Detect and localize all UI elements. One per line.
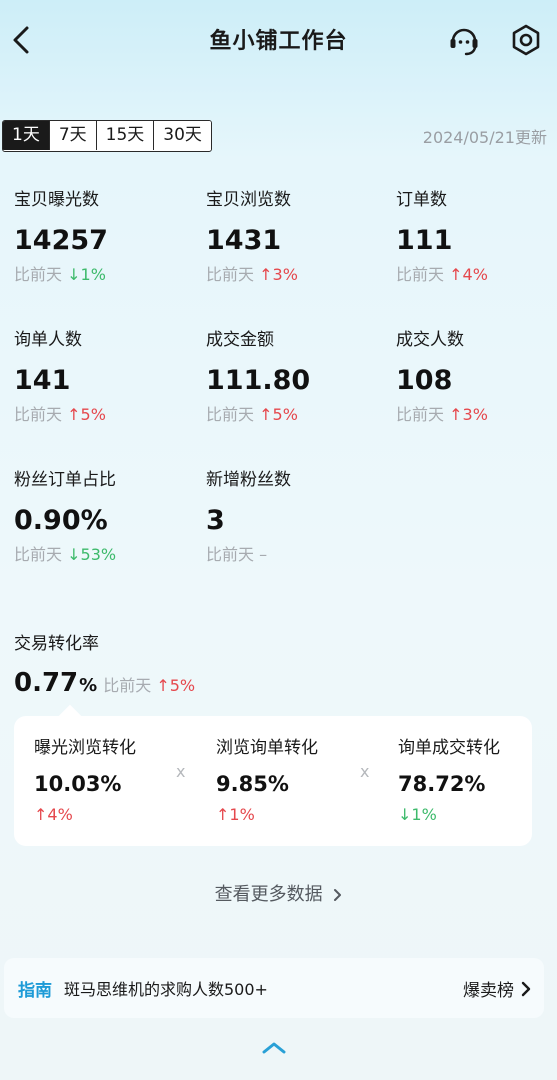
metric-gmv[interactable]: 成交金额 111.80 比前天 ↑5% (206, 328, 376, 426)
metric-label: 宝贝浏览数 (206, 190, 291, 210)
funnel-value: 78.72% (398, 772, 486, 796)
metric-value: 0.90% (14, 505, 108, 536)
metric-label: 新增粉丝数 (206, 470, 291, 490)
metric-exposure[interactable]: 宝贝曝光数 14257 比前天 ↓1% (14, 188, 184, 286)
metric-compare: 比前天 ↑4% (396, 265, 488, 284)
funnel-label: 浏览询单转化 (216, 738, 318, 758)
metric-value: 1431 (206, 225, 282, 256)
metric-value: 3 (206, 505, 225, 536)
metric-new-fans[interactable]: 新增粉丝数 3 比前天 – (206, 468, 376, 566)
guide-text: 斑马思维机的求购人数500+ (64, 980, 268, 999)
metric-compare: 比前天 – (206, 545, 268, 564)
collapse-button[interactable] (258, 1036, 290, 1060)
metric-label: 成交人数 (396, 330, 464, 350)
metric-value: 111.80 (206, 365, 311, 396)
metric-compare: 比前天 ↑5% (206, 405, 298, 424)
chevron-up-icon (262, 1042, 286, 1054)
funnel-exposure-to-view[interactable]: 曝光浏览转化 10.03% ↑4% (34, 736, 194, 826)
header-bar: 鱼小铺工作台 (0, 0, 557, 78)
metric-views[interactable]: 宝贝浏览数 1431 比前天 ↑3% (206, 188, 376, 286)
arrow-up-icon: ↑ (259, 405, 273, 424)
metric-value: 14257 (14, 225, 108, 256)
metric-compare: 比前天 ↑5% (14, 405, 106, 424)
arrow-down-icon: ↓ (398, 805, 412, 824)
funnel-inquiry-to-deal[interactable]: 询单成交转化 78.72% ↓1% (398, 736, 557, 826)
arrow-up-icon: ↑ (67, 405, 81, 424)
conversion-compare: 比前天 ↑5% (103, 676, 196, 695)
time-range-tabs: 1天 7天 15天 30天 (2, 120, 212, 152)
hot-sales-rank-link[interactable]: 爆卖榜 (463, 976, 532, 1001)
metric-label: 成交金额 (206, 330, 274, 350)
arrow-up-icon: ↑ (34, 805, 48, 824)
settings-icon (512, 24, 540, 56)
arrow-up-icon: ↑ (449, 265, 463, 284)
customer-service-button[interactable] (446, 22, 482, 58)
funnel-value: 9.85% (216, 772, 289, 796)
customer-service-icon (450, 28, 478, 56)
multiply-icon: x (176, 762, 186, 781)
metric-label: 询单人数 (14, 330, 82, 350)
funnel-change: ↑4% (34, 805, 73, 824)
metric-label: 订单数 (396, 190, 447, 210)
metric-buyers[interactable]: 成交人数 108 比前天 ↑3% (396, 328, 557, 426)
metric-label: 宝贝曝光数 (14, 190, 99, 210)
tab-15-days[interactable]: 15天 (96, 121, 155, 150)
funnel-label: 曝光浏览转化 (34, 738, 136, 758)
metric-label: 粉丝订单占比 (14, 470, 116, 490)
conversion-rate[interactable]: 交易转化率 0.77% 比前天 ↑5% (14, 632, 534, 698)
update-time: 2024/05/21更新 (422, 128, 547, 147)
back-button[interactable] (6, 20, 36, 60)
funnel-change: ↑1% (216, 805, 255, 824)
multiply-icon: x (360, 762, 370, 781)
chevron-right-icon (521, 981, 531, 996)
arrow-up-icon: ↑ (449, 405, 463, 424)
chevron-left-icon (13, 26, 29, 54)
conversion-value: 0.77 (14, 668, 79, 698)
metric-inquiry-users[interactable]: 询单人数 141 比前天 ↑5% (14, 328, 184, 426)
arrow-up-icon: ↑ (156, 676, 170, 695)
metric-fan-order-ratio[interactable]: 粉丝订单占比 0.90% 比前天 ↓53% (14, 468, 184, 566)
funnel-view-to-inquiry[interactable]: 浏览询单转化 9.85% ↑1% (216, 736, 376, 826)
metric-compare: 比前天 ↓53% (14, 545, 117, 564)
conversion-funnel-card: 曝光浏览转化 10.03% ↑4% x 浏览询单转化 9.85% ↑1% x 询… (14, 716, 532, 846)
arrow-up-icon: ↑ (259, 265, 273, 284)
conversion-unit: % (79, 675, 98, 696)
chevron-right-icon (334, 889, 342, 901)
tab-30-days[interactable]: 30天 (154, 121, 211, 150)
metric-orders[interactable]: 订单数 111 比前天 ↑4% (396, 188, 557, 286)
metric-compare: 比前天 ↑3% (206, 265, 298, 284)
tab-7-days[interactable]: 7天 (49, 121, 97, 150)
arrow-down-icon: ↓ (67, 265, 81, 284)
view-more-data-link[interactable]: 查看更多数据 (0, 880, 557, 906)
metric-value: 141 (14, 365, 71, 396)
metric-value: 111 (396, 225, 453, 256)
metric-compare: 比前天 ↑3% (396, 405, 488, 424)
funnel-value: 10.03% (34, 772, 122, 796)
conversion-label: 交易转化率 (14, 634, 99, 654)
funnel-label: 询单成交转化 (398, 738, 500, 758)
guide-tag: 指南 (18, 980, 52, 1001)
tab-1-day[interactable]: 1天 (3, 121, 50, 150)
funnel-change: ↓1% (398, 805, 437, 824)
metric-value: 108 (396, 365, 453, 396)
metric-compare: 比前天 ↓1% (14, 265, 106, 284)
arrow-down-icon: ↓ (67, 545, 81, 564)
guide-banner[interactable]: 指南 斑马思维机的求购人数500+ 爆卖榜 (4, 958, 544, 1018)
arrow-up-icon: ↑ (216, 805, 230, 824)
settings-button[interactable] (508, 22, 544, 58)
page-title: 鱼小铺工作台 (209, 29, 348, 54)
